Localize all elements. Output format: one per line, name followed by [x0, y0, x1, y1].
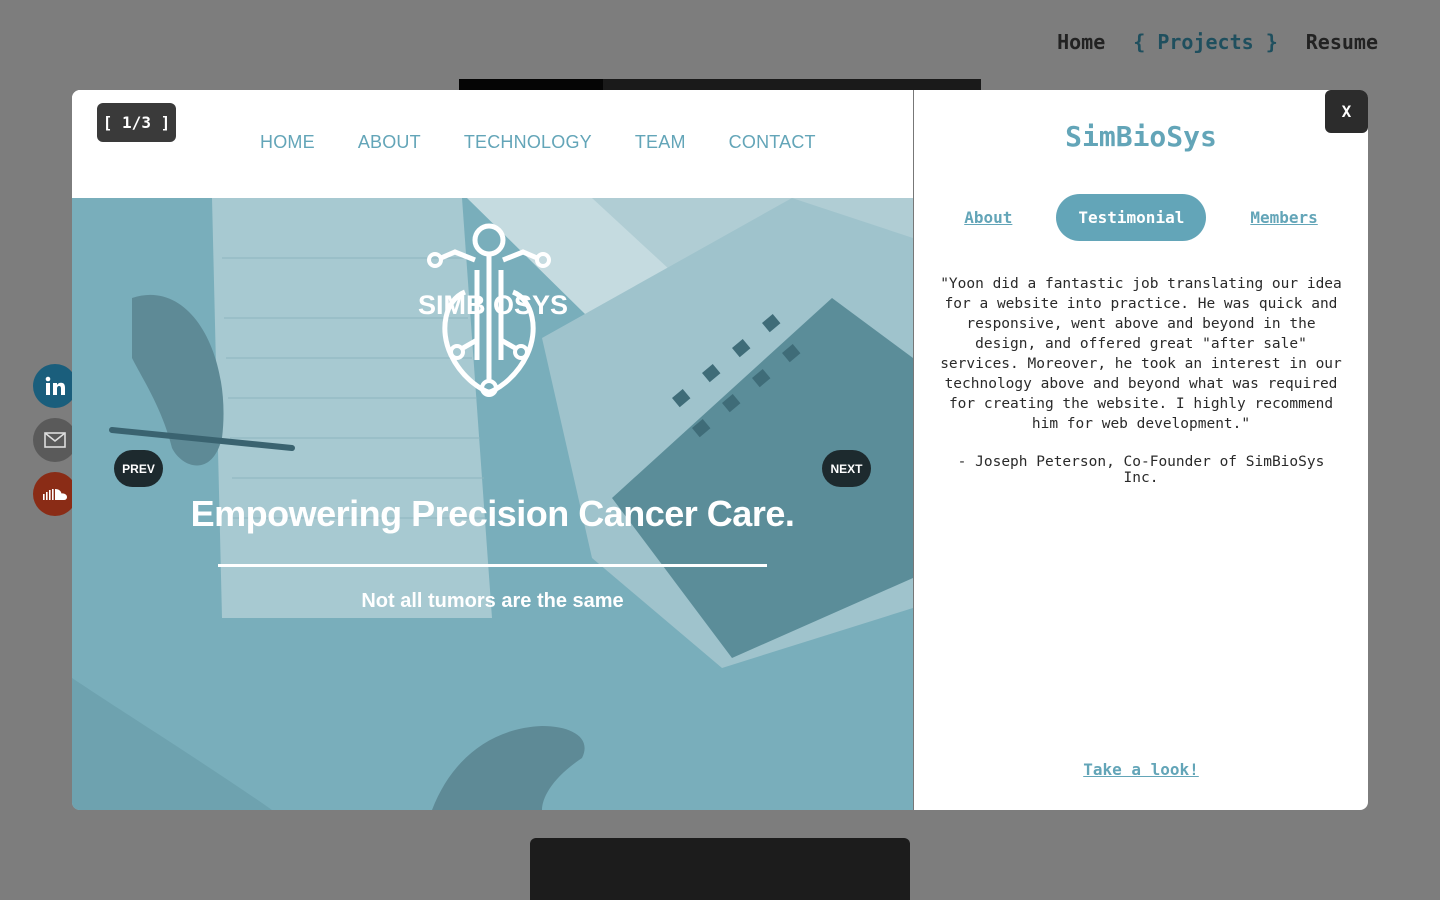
project-info-panel: X SimBioSys About Testimonial Members "Y…	[914, 90, 1368, 810]
preview-nav-contact[interactable]: CONTACT	[729, 132, 816, 153]
top-nav: Home { Projects } Resume	[1057, 30, 1378, 54]
social-links	[33, 364, 77, 516]
nav-resume-link[interactable]: Resume	[1306, 30, 1378, 54]
project-modal: [ 1/3 ] HOME ABOUT TECHNOLOGY TEAM CONTA…	[72, 90, 1368, 810]
soundcloud-icon[interactable]	[33, 472, 77, 516]
project-tabs: About Testimonial Members	[914, 194, 1368, 241]
preview-nav-home[interactable]: HOME	[260, 132, 315, 153]
hero-title: Empowering Precision Cancer Care.	[190, 493, 795, 534]
preview-nav-technology[interactable]: TECHNOLOGY	[464, 132, 592, 153]
background-project-card-bottom	[530, 838, 910, 900]
project-preview: [ 1/3 ] HOME ABOUT TECHNOLOGY TEAM CONTA…	[72, 90, 914, 810]
preview-nav-team[interactable]: TEAM	[635, 132, 686, 153]
testimonial-quote: "Yoon did a fantastic job translating ou…	[940, 276, 1342, 432]
prev-slide-button[interactable]: PREV	[114, 450, 163, 487]
tab-testimonial[interactable]: Testimonial	[1056, 194, 1207, 241]
slide-counter: [ 1/3 ]	[97, 103, 176, 142]
hero-subtitle: Not all tumors are the same	[361, 590, 624, 612]
simbiosys-logo: SIMBIOSYS	[418, 223, 568, 397]
testimonial-author: - Joseph Peterson, Co-Founder of SimBioS…	[957, 454, 1325, 486]
nav-home-link[interactable]: Home	[1057, 30, 1105, 54]
take-a-look-link[interactable]: Take a look!	[914, 760, 1368, 779]
linkedin-icon[interactable]	[33, 364, 77, 408]
nav-projects-link[interactable]: { Projects }	[1133, 30, 1278, 54]
preview-site-nav: HOME ABOUT TECHNOLOGY TEAM CONTACT	[260, 132, 816, 153]
hero-divider	[218, 564, 767, 567]
project-title: SimBioSys	[1065, 120, 1217, 153]
preview-site-header: [ 1/3 ] HOME ABOUT TECHNOLOGY TEAM CONTA…	[72, 90, 913, 199]
next-slide-button[interactable]: NEXT	[822, 450, 871, 487]
preview-nav-about[interactable]: ABOUT	[358, 132, 421, 153]
tab-about[interactable]: About	[964, 208, 1012, 227]
email-icon[interactable]	[33, 418, 77, 462]
preview-hero: SIMBIOSYS Empowering Precision Cancer Ca…	[72, 198, 913, 810]
tab-members[interactable]: Members	[1250, 208, 1317, 227]
logo-text: SIMBIOSYS	[418, 290, 568, 320]
